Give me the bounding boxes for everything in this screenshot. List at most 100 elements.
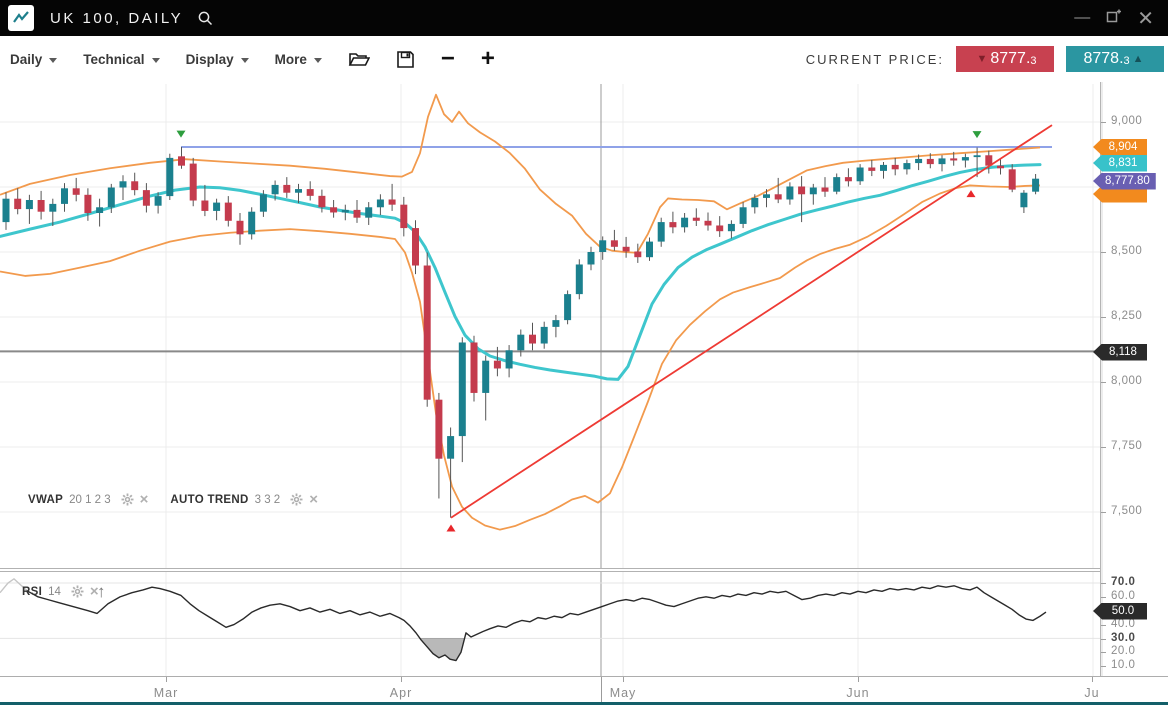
candle bbox=[400, 205, 407, 228]
axis-tick bbox=[1101, 382, 1106, 383]
candle bbox=[471, 342, 478, 392]
candle bbox=[237, 221, 244, 235]
popout-icon[interactable] bbox=[1106, 8, 1121, 28]
price-tick-label: 7,750 bbox=[1111, 440, 1142, 452]
candle bbox=[96, 207, 103, 213]
price-axis[interactable]: 9,0008,5008,2508,0007,7507,50070.060.040… bbox=[1100, 82, 1168, 676]
candle bbox=[26, 200, 33, 209]
price-tick-label: 8,500 bbox=[1111, 245, 1142, 257]
candle bbox=[962, 157, 969, 160]
axis-tick bbox=[1101, 583, 1106, 584]
candle bbox=[49, 204, 56, 212]
price-tick-label: 8,250 bbox=[1111, 310, 1142, 322]
time-axis[interactable]: MarAprMayJunJu bbox=[0, 676, 1168, 703]
rsi-legend-params: 14 bbox=[48, 586, 61, 598]
window-title: UK 100, DAILY bbox=[50, 10, 183, 27]
rsi-legend-name: RSI bbox=[22, 586, 42, 598]
axis-tick bbox=[166, 677, 167, 682]
candle bbox=[14, 199, 21, 209]
axis-tick bbox=[1101, 625, 1106, 626]
candle bbox=[213, 203, 220, 211]
candle bbox=[845, 177, 852, 181]
vwap-remove-icon[interactable]: × bbox=[140, 494, 149, 505]
candle bbox=[143, 190, 150, 206]
candle bbox=[927, 159, 934, 164]
chart-logo-icon bbox=[8, 5, 34, 31]
axis-tick bbox=[1101, 122, 1106, 123]
vwap-legend-name: VWAP bbox=[28, 494, 63, 506]
candle bbox=[611, 240, 618, 247]
candle bbox=[330, 207, 337, 212]
rsi-collapse-arrow-icon[interactable]: ↑ bbox=[97, 582, 106, 602]
candle bbox=[155, 196, 162, 206]
candle bbox=[84, 195, 91, 213]
minimize-icon[interactable]: — bbox=[1074, 13, 1090, 23]
candle bbox=[459, 342, 466, 436]
time-tick-label: Mar bbox=[154, 686, 179, 700]
candle bbox=[950, 158, 957, 160]
candle bbox=[822, 188, 829, 192]
candle bbox=[424, 266, 431, 400]
candle bbox=[377, 199, 384, 207]
candle bbox=[681, 218, 688, 228]
candle bbox=[716, 225, 723, 231]
save-icon[interactable] bbox=[396, 50, 415, 69]
arrow-up-icon: ▲ bbox=[1133, 53, 1144, 65]
axis-tick bbox=[1092, 677, 1093, 682]
candle bbox=[740, 207, 747, 224]
time-tick-label: Ju bbox=[1084, 686, 1099, 700]
autotrend-settings-gear-icon[interactable] bbox=[290, 493, 303, 506]
candle bbox=[120, 181, 127, 187]
vwap-settings-gear-icon[interactable] bbox=[121, 493, 134, 506]
axis-tick bbox=[623, 677, 624, 682]
candle bbox=[564, 294, 571, 320]
autotrend-remove-icon[interactable]: × bbox=[309, 494, 318, 505]
chart-area: VWAP 20 1 2 3 × AUTO TREND 3 3 2 × RSI 1… bbox=[0, 82, 1168, 705]
rsi-pane[interactable] bbox=[0, 572, 1100, 676]
candle bbox=[868, 168, 875, 171]
candle bbox=[131, 181, 138, 190]
candle bbox=[166, 158, 173, 196]
candle bbox=[599, 240, 606, 252]
candle bbox=[248, 212, 255, 235]
candle bbox=[307, 189, 314, 196]
price-badge: 8,831 bbox=[1093, 155, 1147, 172]
candle bbox=[435, 400, 442, 459]
candle bbox=[798, 186, 805, 194]
menu-technical[interactable]: Technical bbox=[83, 52, 159, 67]
autotrend-legend-name: AUTO TREND bbox=[170, 494, 248, 506]
time-tick-label: Jun bbox=[846, 686, 869, 700]
candle bbox=[190, 164, 197, 201]
bid-price-button[interactable]: ▼ 8777.3 bbox=[956, 46, 1054, 72]
candle bbox=[389, 199, 396, 204]
rsi-value-badge: 50.0 bbox=[1093, 603, 1147, 620]
close-icon[interactable]: ✕ bbox=[1137, 6, 1154, 31]
vwap-legend-params: 20 1 2 3 bbox=[69, 494, 111, 506]
zoom-in-button[interactable]: + bbox=[481, 49, 495, 69]
rsi-tick-label: 10.0 bbox=[1111, 659, 1135, 671]
candle bbox=[3, 199, 10, 222]
price-tick-label: 8,000 bbox=[1111, 375, 1142, 387]
candle bbox=[763, 194, 770, 198]
zoom-out-button[interactable]: − bbox=[441, 49, 455, 69]
candle bbox=[658, 222, 665, 242]
search-icon[interactable] bbox=[197, 10, 214, 27]
candle bbox=[880, 165, 887, 171]
menu-more[interactable]: More bbox=[275, 52, 322, 67]
open-folder-icon[interactable] bbox=[348, 50, 370, 68]
price-badge: 8,118 bbox=[1093, 344, 1147, 361]
autotrend-legend-params: 3 3 2 bbox=[255, 494, 281, 506]
candle bbox=[342, 210, 349, 213]
rsi-settings-gear-icon[interactable] bbox=[71, 585, 84, 598]
menu-display[interactable]: Display bbox=[186, 52, 249, 67]
chevron-down-icon bbox=[152, 58, 160, 63]
axis-tick bbox=[858, 677, 859, 682]
ask-price-button[interactable]: 8778.3 ▲ bbox=[1066, 46, 1164, 72]
candle bbox=[623, 247, 630, 252]
candle bbox=[786, 186, 793, 199]
axis-tick bbox=[1101, 666, 1106, 667]
candle bbox=[283, 185, 290, 193]
candle bbox=[857, 168, 864, 182]
candle bbox=[588, 252, 595, 264]
menu-daily[interactable]: Daily bbox=[10, 52, 57, 67]
